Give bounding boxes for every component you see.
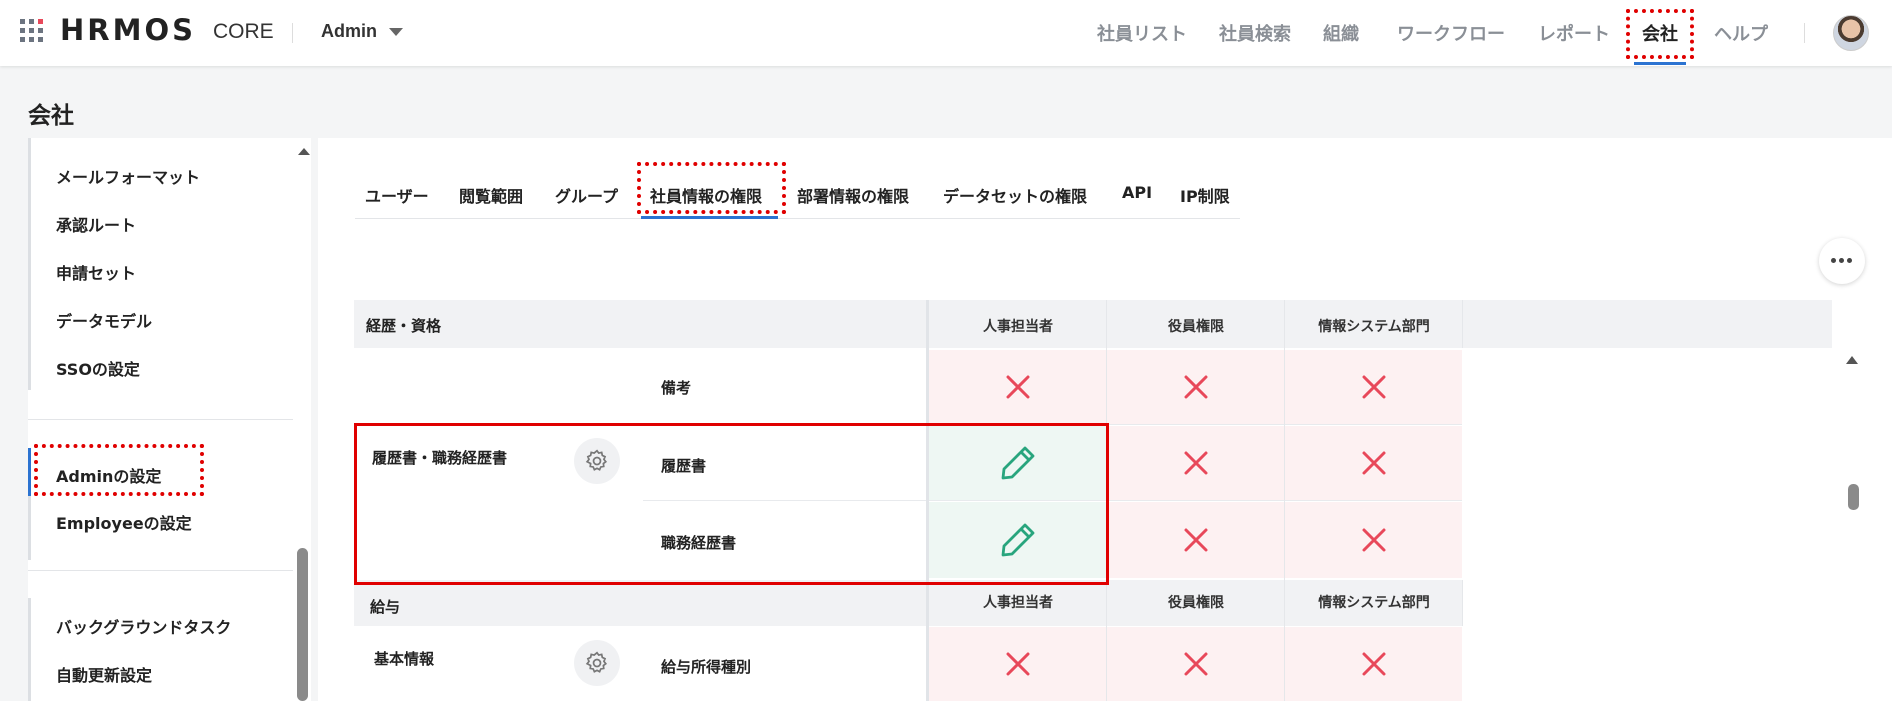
- sidebar-group-rail: [28, 138, 31, 390]
- nav-report[interactable]: レポート: [1538, 20, 1610, 46]
- apps-grid-icon[interactable]: [20, 19, 46, 45]
- permission-cell[interactable]: [929, 627, 1106, 701]
- x-icon: [1184, 652, 1207, 676]
- product-name: CORE: [213, 20, 274, 43]
- scroll-up-icon[interactable]: [1846, 356, 1858, 364]
- tab-users[interactable]: ユーザー: [365, 183, 429, 207]
- workspace-switcher[interactable]: Admin: [321, 21, 377, 42]
- scroll-up-icon[interactable]: [298, 148, 310, 155]
- role-header: 情報システム部門: [1318, 319, 1430, 335]
- tab-api[interactable]: API: [1122, 183, 1152, 202]
- nav-organization[interactable]: 組織: [1323, 20, 1359, 46]
- tab-ip-restriction[interactable]: IP制限: [1180, 183, 1230, 207]
- section-title: 経歴・資格: [366, 317, 442, 335]
- ellipsis-icon: [1847, 258, 1852, 263]
- header-divider: [1804, 23, 1805, 43]
- nav-help[interactable]: ヘルプ: [1714, 20, 1768, 46]
- sidebar-scroll-thumb[interactable]: [297, 548, 308, 701]
- annotation-tab-employee-permissions: [637, 162, 786, 214]
- sidebar-group-rail: [28, 598, 31, 701]
- sidebar-item-approval-route[interactable]: 承認ルート: [56, 212, 136, 236]
- tab-view-scope[interactable]: 閲覧範囲: [459, 183, 523, 207]
- gear-icon: [585, 651, 608, 673]
- ellipsis-icon: [1839, 258, 1844, 263]
- annotation-resume-group: [354, 423, 1109, 585]
- role-header: 役員権限: [1168, 319, 1224, 335]
- permission-cell[interactable]: [1285, 627, 1462, 701]
- section-title: 給与: [370, 598, 401, 616]
- sidebar-item-background-tasks[interactable]: バックグラウンドタスク: [56, 614, 231, 638]
- x-icon: [1362, 652, 1385, 676]
- field-label: 備考: [661, 379, 692, 397]
- x-icon: [1362, 451, 1385, 475]
- sidebar-item-request-set[interactable]: 申請セット: [56, 260, 136, 284]
- sidebar-item-employee-settings[interactable]: Employeeの設定: [56, 510, 192, 534]
- annotation-nav-company: [1626, 9, 1694, 59]
- sidebar-item-mail-format[interactable]: メールフォーマット: [56, 164, 200, 188]
- sidebar-item-auto-update[interactable]: 自動更新設定: [56, 662, 152, 686]
- permission-cell[interactable]: [929, 350, 1106, 424]
- permission-cell[interactable]: [1285, 350, 1462, 424]
- sidebar-item-data-model[interactable]: データモデル: [56, 308, 152, 332]
- tabs-baseline: [355, 218, 1240, 219]
- tab-dataset-permissions[interactable]: データセットの権限: [943, 183, 1087, 207]
- x-icon: [1184, 451, 1207, 475]
- nav-workflow[interactable]: ワークフロー: [1397, 20, 1505, 46]
- role-header: 人事担当者: [983, 595, 1053, 611]
- x-icon: [1006, 375, 1029, 399]
- sidebar-divider: [28, 419, 293, 420]
- column-divider: [1284, 300, 1285, 701]
- role-header: 情報システム部門: [1318, 595, 1430, 611]
- x-icon: [1362, 528, 1385, 552]
- sidebar-divider: [28, 570, 293, 571]
- permission-cell[interactable]: [1285, 426, 1462, 500]
- header-divider: [292, 23, 293, 43]
- tab-active-indicator: [641, 216, 778, 219]
- sidebar-active-indicator: [28, 448, 31, 496]
- permission-cell[interactable]: [1107, 502, 1284, 578]
- settings-sidebar: メールフォーマット 承認ルート 申請セット データモデル SSOの設定 Admi…: [28, 138, 293, 701]
- permission-cell[interactable]: [1107, 426, 1284, 500]
- top-header: HRMOS CORE Admin 社員リスト 社員検索 組織 ワークフロー レポ…: [0, 0, 1892, 66]
- tab-groups[interactable]: グループ: [555, 183, 618, 207]
- column-divider: [1462, 300, 1463, 348]
- permission-cell[interactable]: [1107, 627, 1284, 701]
- permission-cell[interactable]: [1107, 350, 1284, 424]
- more-actions-button[interactable]: [1819, 238, 1865, 284]
- x-icon: [1006, 652, 1029, 676]
- x-icon: [1184, 375, 1207, 399]
- nav-active-indicator: [1634, 62, 1686, 65]
- user-avatar[interactable]: [1833, 15, 1869, 51]
- column-divider: [1462, 580, 1463, 626]
- nav-employee-search[interactable]: 社員検索: [1219, 20, 1291, 46]
- sidebar-item-sso[interactable]: SSOの設定: [56, 356, 140, 380]
- ellipsis-icon: [1831, 258, 1836, 263]
- annotation-admin-settings: [34, 444, 204, 496]
- hrmos-logo[interactable]: HRMOS: [60, 13, 196, 47]
- tab-department-permissions[interactable]: 部署情報の権限: [797, 183, 909, 207]
- field-group-label: 基本情報: [374, 650, 435, 668]
- x-icon: [1184, 528, 1207, 552]
- chevron-down-icon[interactable]: [389, 28, 403, 36]
- x-icon: [1362, 375, 1385, 399]
- role-header: 人事担当者: [983, 319, 1053, 335]
- table-scroll-thumb[interactable]: [1848, 484, 1859, 510]
- page-title: 会社: [28, 103, 74, 129]
- field-label: 給与所得種別: [661, 658, 752, 676]
- role-header: 役員権限: [1168, 595, 1224, 611]
- group-settings-button[interactable]: [574, 640, 620, 686]
- nav-employee-list[interactable]: 社員リスト: [1097, 20, 1187, 46]
- permission-cell[interactable]: [1285, 502, 1462, 578]
